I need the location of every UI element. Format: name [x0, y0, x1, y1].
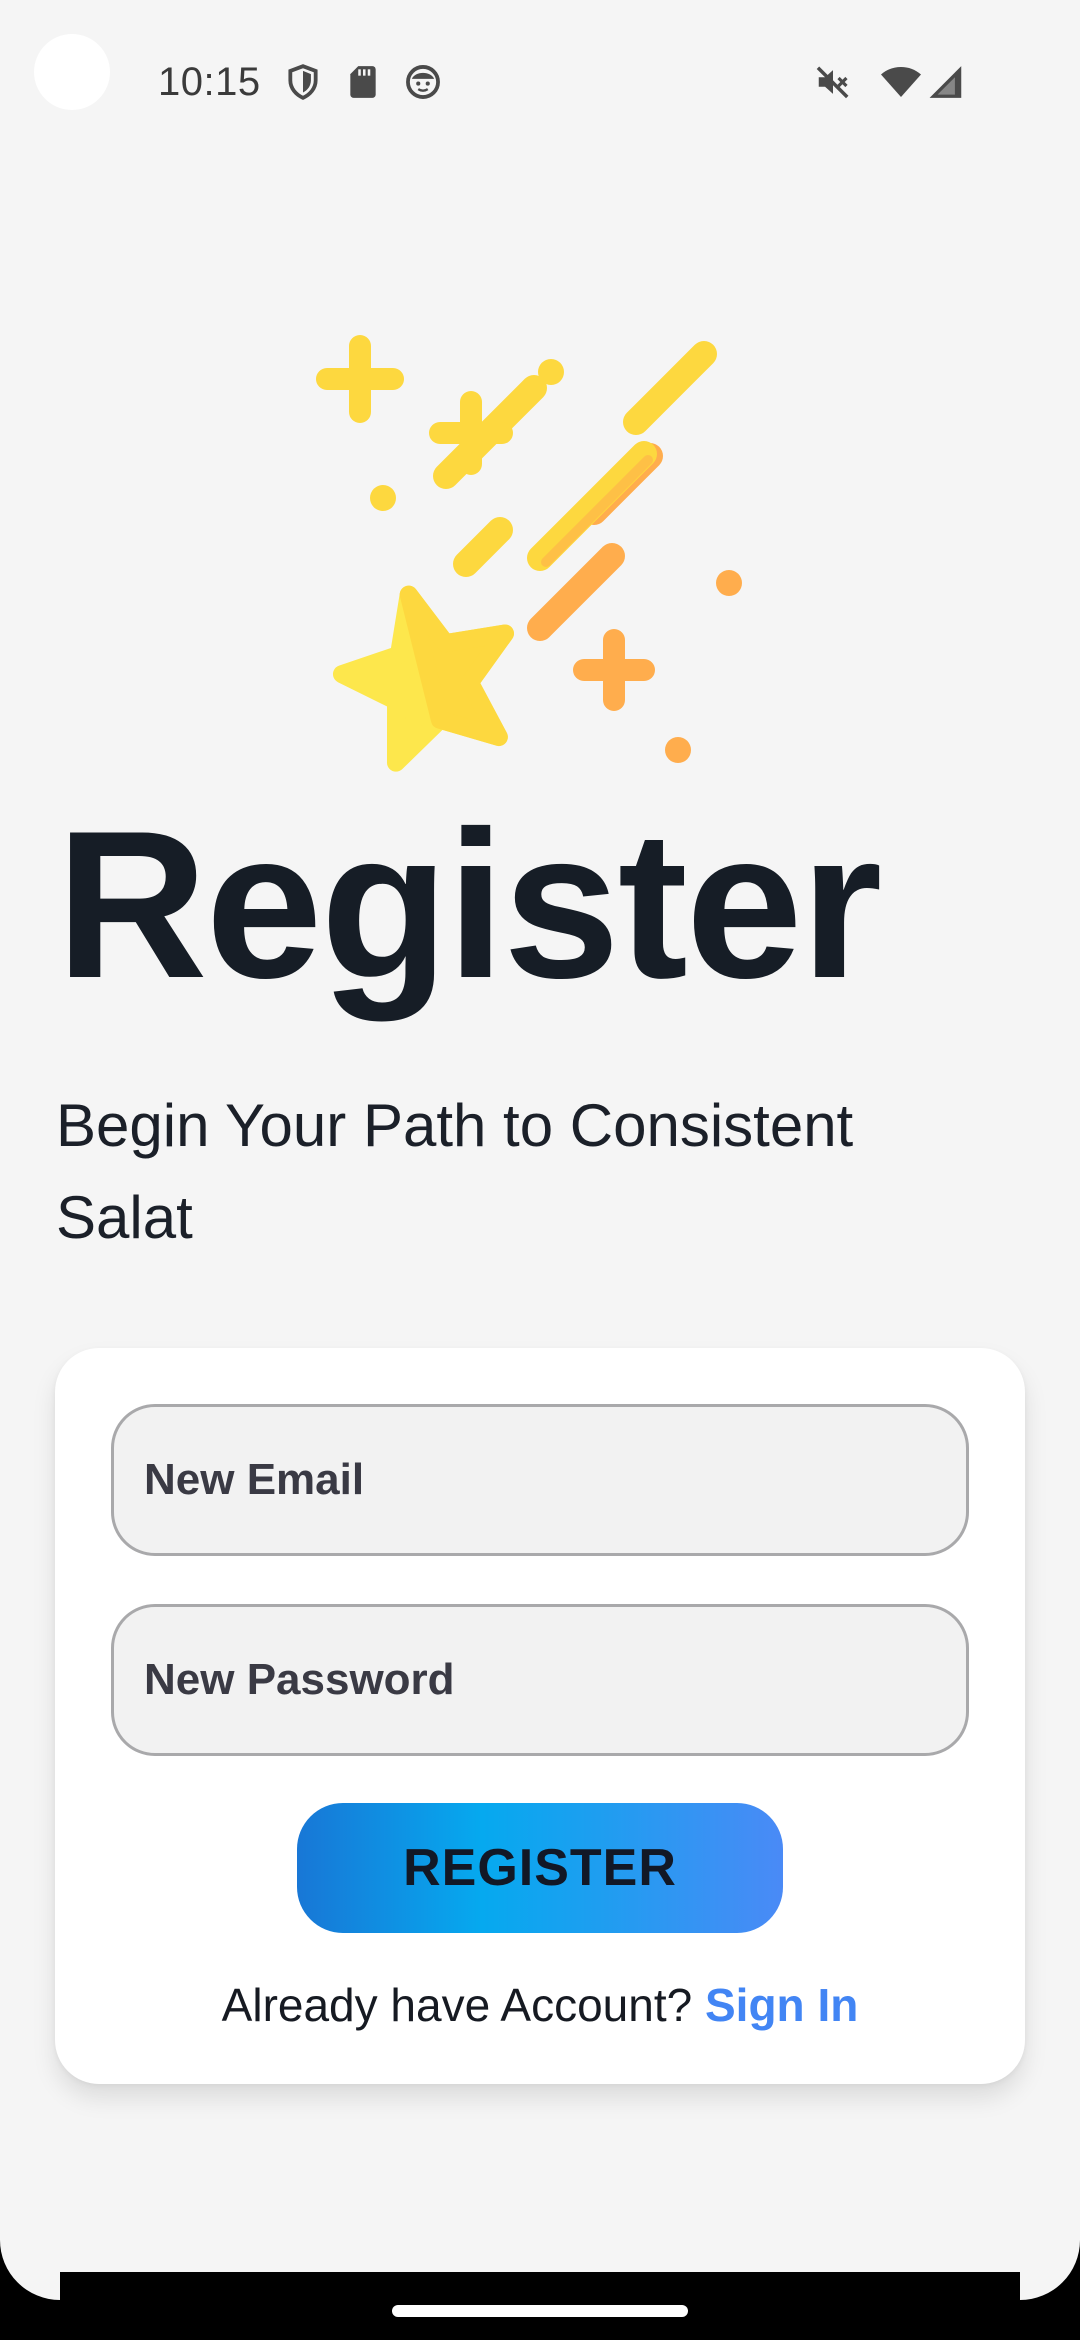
screen-corner — [1020, 2240, 1080, 2300]
face-icon — [406, 65, 440, 99]
signin-link[interactable]: Sign In — [705, 1979, 858, 2031]
register-button[interactable]: REGISTER — [297, 1803, 783, 1933]
signal-icon — [929, 66, 962, 98]
status-bar: 10:15 — [0, 0, 1080, 150]
page-title: Register — [56, 787, 882, 1022]
home-indicator[interactable] — [392, 2305, 688, 2317]
screen-corner — [0, 2240, 60, 2300]
camera-cutout — [34, 34, 110, 110]
register-card: REGISTER Already have Account? Sign In — [55, 1348, 1025, 2084]
mute-icon — [816, 66, 849, 99]
signin-prompt: Already have Account? — [221, 1979, 705, 2031]
register-screen: 10:15 Register Begin Your Path to Consis… — [0, 0, 1080, 2340]
shooting-star-icon — [316, 335, 742, 772]
password-field[interactable] — [114, 1607, 966, 1753]
page-subtitle: Begin Your Path to Consistent Salat — [56, 1092, 854, 1251]
sd-card-icon — [350, 66, 376, 98]
password-field-container — [111, 1604, 969, 1756]
email-field-container — [111, 1404, 969, 1556]
status-time: 10:15 — [158, 60, 261, 104]
wifi-icon — [881, 67, 921, 97]
email-field[interactable] — [114, 1407, 966, 1553]
signin-row: Already have Account? Sign In — [55, 1978, 1025, 2032]
shield-icon — [288, 64, 318, 100]
